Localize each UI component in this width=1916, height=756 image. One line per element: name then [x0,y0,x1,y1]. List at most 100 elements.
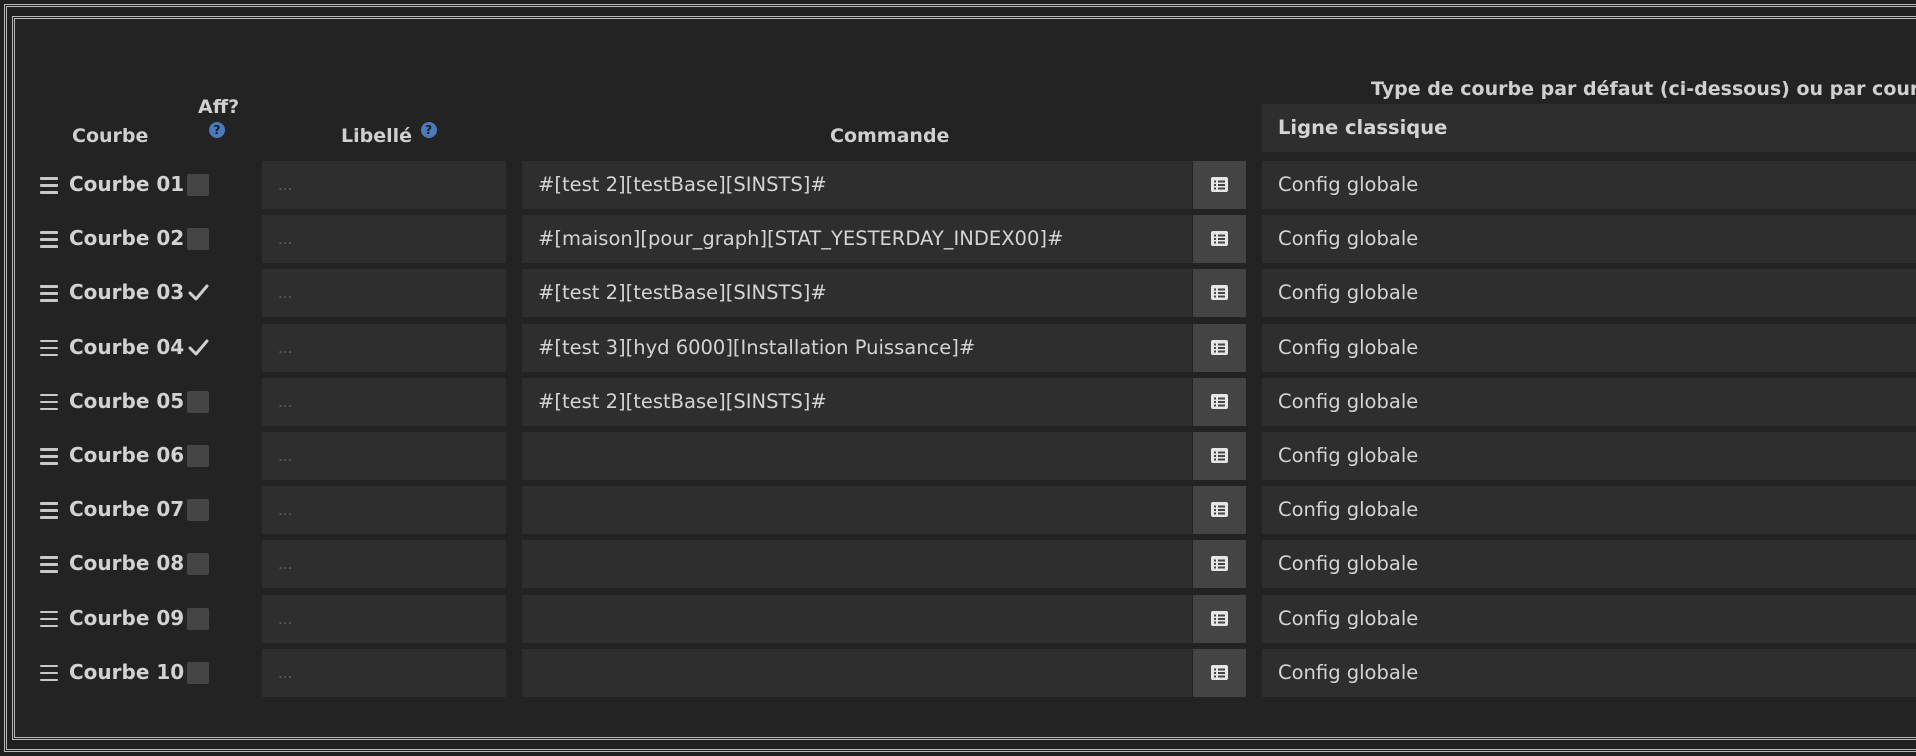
drag-handle-icon[interactable] [40,447,58,465]
command-input[interactable] [522,540,1192,589]
curve-row: Courbe 04... #[test 3][hyd 6000][Installa… [0,323,1916,373]
default-curve-type-select[interactable]: Ligne classique [1262,104,1916,152]
command-input[interactable]: #[test 2][testBase][SINSTS]# [522,269,1192,318]
header-aff: Aff? [198,96,240,118]
command-input[interactable] [522,648,1192,697]
display-checkbox[interactable] [187,228,209,251]
libelle-input[interactable]: ... [262,323,506,372]
drag-handle-icon[interactable] [40,555,58,573]
aff-help-icon[interactable]: ? [209,122,225,138]
curve-label: Courbe 09 [69,605,185,630]
libelle-input[interactable]: ... [262,161,506,209]
drag-handle-icon[interactable] [40,501,58,519]
curve-label: Courbe 03 [69,280,185,305]
command-input[interactable]: #[test 2][testBase][SINSTS]# [522,377,1192,426]
header-type-courbe: Type de courbe par défaut (ci-dessous) o… [1371,78,1916,100]
list-alt-icon [1211,610,1228,626]
display-checkbox[interactable] [187,390,209,413]
libelle-input[interactable]: ... [262,432,506,480]
curve-row: Courbe 02... #[maison][pour_graph][STAT_Y… [0,214,1916,264]
command-select-button[interactable] [1193,432,1246,480]
list-alt-icon [1211,448,1228,463]
checkmark-icon [188,339,209,356]
curve-row: Courbe 06... Config globale [0,431,1916,481]
command-select-button[interactable] [1193,269,1246,318]
list-alt-icon [1211,285,1228,301]
curve-type-select[interactable]: Config globale [1262,215,1916,264]
curve-row: Courbe 01... #[test 2][testBase][SINSTS]#… [0,160,1916,210]
curve-type-select[interactable]: Config globale [1262,432,1916,480]
command-input[interactable] [522,432,1192,480]
drag-handle-icon[interactable] [40,664,58,682]
libelle-input[interactable]: ... [262,269,506,318]
libelle-input[interactable]: ... [262,594,506,643]
command-select-button[interactable] [1193,215,1246,264]
libelle-input[interactable]: ... [262,215,506,264]
header-libelle: Libellé ? [341,122,437,147]
drag-handle-icon[interactable] [40,610,58,628]
curve-row: Courbe 08... Config globale [0,539,1916,589]
display-checkbox[interactable] [187,445,209,467]
curve-row: Courbe 07... Config globale [0,485,1916,535]
libelle-help-icon[interactable]: ? [420,122,437,138]
libelle-input[interactable]: ... [262,377,506,426]
curve-label: Courbe 06 [69,443,185,467]
command-input[interactable]: #[test 3][hyd 6000][Installation Puissan… [522,323,1192,372]
drag-handle-icon[interactable] [40,393,58,411]
list-alt-icon [1211,231,1228,247]
header-courbe: Courbe [72,125,149,147]
drag-handle-icon[interactable] [40,176,58,194]
header-commande: Commande [830,125,950,147]
curve-label: Courbe 01 [69,172,185,196]
curve-label: Courbe 05 [69,388,185,413]
drag-handle-icon[interactable] [40,230,58,248]
curve-type-select[interactable]: Config globale [1262,486,1916,535]
display-checkbox[interactable] [187,607,209,630]
display-checkbox[interactable] [187,282,209,304]
list-alt-icon [1211,664,1228,680]
libelle-input[interactable]: ... [262,648,506,697]
curve-type-select[interactable]: Config globale [1262,323,1916,372]
command-select-button[interactable] [1193,540,1246,589]
libelle-input[interactable]: ... [262,486,506,535]
list-alt-icon [1211,556,1228,572]
command-input[interactable] [522,594,1192,643]
curve-label: Courbe 08 [69,551,185,576]
command-select-button[interactable] [1193,161,1246,209]
list-alt-icon [1211,393,1228,409]
command-select-button[interactable] [1193,486,1246,535]
list-alt-icon [1211,502,1228,518]
libelle-input[interactable]: ... [262,540,506,589]
display-checkbox[interactable] [187,661,209,684]
curve-type-select[interactable]: Config globale [1262,161,1916,209]
curve-label: Courbe 10 [69,659,185,684]
drag-handle-icon[interactable] [40,284,58,302]
curve-type-select[interactable]: Config globale [1262,377,1916,426]
curve-row: Courbe 10... Config globale [0,648,1916,698]
curve-type-select[interactable]: Config globale [1262,269,1916,318]
command-input[interactable]: #[test 2][testBase][SINSTS]# [522,161,1192,209]
curve-label: Courbe 04 [69,334,185,359]
drag-handle-icon[interactable] [40,339,58,357]
command-select-button[interactable] [1193,323,1246,372]
curve-row: Courbe 09... Config globale [0,594,1916,644]
command-input[interactable] [522,486,1192,535]
command-select-button[interactable] [1193,648,1246,697]
display-checkbox[interactable] [187,174,209,196]
display-checkbox[interactable] [187,553,209,576]
curve-row: Courbe 05... #[test 2][testBase][SINSTS]#… [0,377,1916,427]
checkmark-icon [188,284,209,301]
list-alt-icon [1211,177,1228,192]
list-alt-icon [1211,339,1228,355]
curve-type-select[interactable]: Config globale [1262,540,1916,589]
header-libelle-label: Libellé [341,125,413,147]
command-select-button[interactable] [1193,594,1246,643]
curve-label: Courbe 07 [69,497,185,522]
display-checkbox[interactable] [187,499,209,522]
display-checkbox[interactable] [187,337,209,359]
command-input[interactable]: #[maison][pour_graph][STAT_YESTERDAY_IND… [522,215,1192,264]
curve-row: Courbe 03... #[test 2][testBase][SINSTS]#… [0,268,1916,318]
command-select-button[interactable] [1193,377,1246,426]
curve-type-select[interactable]: Config globale [1262,648,1916,697]
curve-type-select[interactable]: Config globale [1262,594,1916,643]
